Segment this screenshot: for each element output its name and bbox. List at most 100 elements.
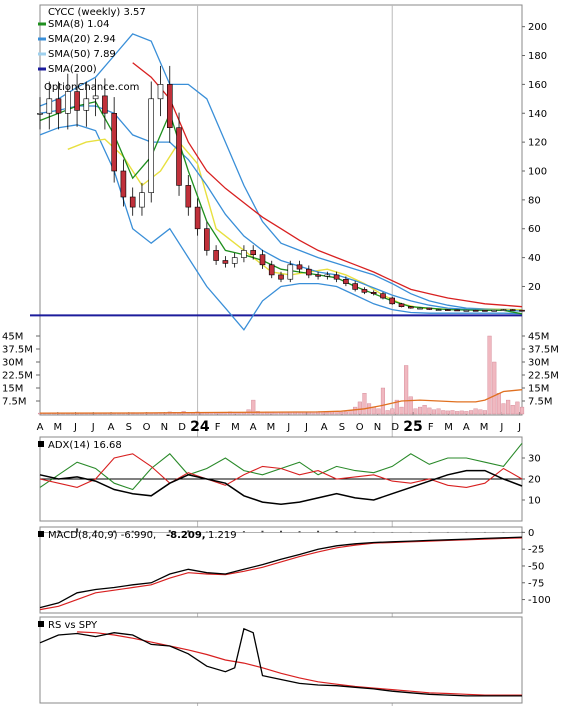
rs-panel <box>39 616 523 704</box>
macd-tick-label: 0 <box>528 528 534 539</box>
macd-tick-label: -75 <box>528 578 544 589</box>
candle-body <box>176 127 182 186</box>
volume-bar <box>376 408 381 415</box>
candle-body <box>102 95 108 114</box>
x-month-label: A <box>37 422 44 433</box>
candle-body <box>139 192 145 208</box>
volume-bar <box>357 401 362 415</box>
candle-body <box>278 274 284 280</box>
x-month-label: A <box>321 422 328 433</box>
rs-title: RS vs SPY <box>48 620 98 631</box>
price-tick-label: 200 <box>528 22 547 33</box>
volume-left-tick-label: 30M <box>2 358 23 369</box>
candle-body <box>148 98 154 193</box>
x-month-label: F <box>215 422 221 433</box>
x-month-label: M <box>444 422 453 433</box>
price-tick-label: 100 <box>528 167 547 178</box>
volume-bar <box>436 408 441 415</box>
adx-title: ADX(14) 16.68 <box>48 440 122 451</box>
adx-tick-label: 30 <box>528 454 541 465</box>
volume-bar <box>445 410 450 415</box>
volume-left-tick-label: 45M <box>2 332 23 343</box>
volume-bar <box>515 401 520 415</box>
candle-body <box>65 91 71 114</box>
candle-body <box>296 264 303 270</box>
x-month-label: D <box>178 422 186 433</box>
volume-bar <box>459 410 464 415</box>
candle-body <box>361 289 368 293</box>
x-month-label: O <box>356 422 364 433</box>
x-month-label: D <box>391 422 399 433</box>
macd-tick-label: -25 <box>528 545 544 556</box>
x-month-label: J <box>304 422 308 433</box>
x-month-label: J <box>517 422 521 433</box>
candle-body <box>157 84 164 100</box>
volume-bar <box>496 393 501 415</box>
macd-tick-label: -100 <box>528 595 551 606</box>
macd-tick-label: -50 <box>528 561 544 572</box>
candle-body <box>167 84 173 129</box>
volume-bar <box>418 406 423 415</box>
price-panel <box>39 4 523 416</box>
volume-bar <box>469 410 474 415</box>
legend-entry-sma200: SMA(200) <box>48 64 97 75</box>
candle-body <box>55 98 62 114</box>
watermark-text: OptionChance.com <box>44 82 139 93</box>
volume-bar <box>455 411 460 415</box>
volume-bar <box>385 410 390 415</box>
candle-body <box>222 260 229 264</box>
volume-bar <box>408 396 413 415</box>
candle-body <box>380 293 386 299</box>
adx-swatch <box>38 441 44 447</box>
volume-tick-label: 7.5M <box>528 397 553 408</box>
volume-bar <box>482 410 488 415</box>
candle-body <box>111 113 117 172</box>
price-tick-label: 160 <box>528 80 547 91</box>
candle-body <box>343 278 349 284</box>
volume-bar <box>334 411 339 415</box>
volume-bar <box>520 406 525 415</box>
volume-bar <box>362 393 367 415</box>
candle-body <box>472 309 479 312</box>
candle-body <box>241 250 247 258</box>
candle-body <box>519 309 525 312</box>
candle-body <box>305 268 312 276</box>
candle-body <box>454 309 460 312</box>
adx-tick-label: 10 <box>528 496 541 507</box>
x-month-label: A <box>108 422 115 433</box>
price-tick-label: 20 <box>528 282 541 293</box>
volume-tick-label: 30M <box>528 358 549 369</box>
price-tick-label: 140 <box>528 109 547 120</box>
candle-body <box>426 307 433 310</box>
price-tick-label: 180 <box>528 51 547 62</box>
candle-body <box>398 303 405 307</box>
legend-entry-sma50: SMA(50) 7.89 <box>48 49 116 60</box>
volume-bar <box>510 405 515 415</box>
volume-bar <box>390 408 395 415</box>
price-tick-label: 80 <box>528 195 541 206</box>
candle-body <box>463 309 470 312</box>
volume-bar <box>404 365 409 415</box>
volume-bar <box>353 406 358 415</box>
x-month-label: A <box>250 422 257 433</box>
candle-body <box>120 170 127 198</box>
volume-bar <box>441 410 446 415</box>
candle-body <box>509 309 516 311</box>
volume-bar <box>371 406 376 415</box>
volume-bar <box>427 407 432 415</box>
x-month-label: F <box>428 422 434 433</box>
volume-bar <box>450 410 455 415</box>
x-month-label: J <box>286 422 290 433</box>
volume-tick-label: 45M <box>528 332 549 343</box>
x-month-label: J <box>499 422 503 433</box>
candle-body <box>129 196 136 208</box>
candle-body <box>231 257 238 264</box>
x-month-label: S <box>126 422 132 433</box>
candle-body <box>259 254 266 266</box>
volume-bar <box>492 361 497 415</box>
volume-bar <box>478 409 483 415</box>
price-tick-label: 40 <box>528 253 541 264</box>
candle-body <box>268 264 275 276</box>
x-month-label: J <box>73 422 77 433</box>
candle-body <box>500 309 507 311</box>
